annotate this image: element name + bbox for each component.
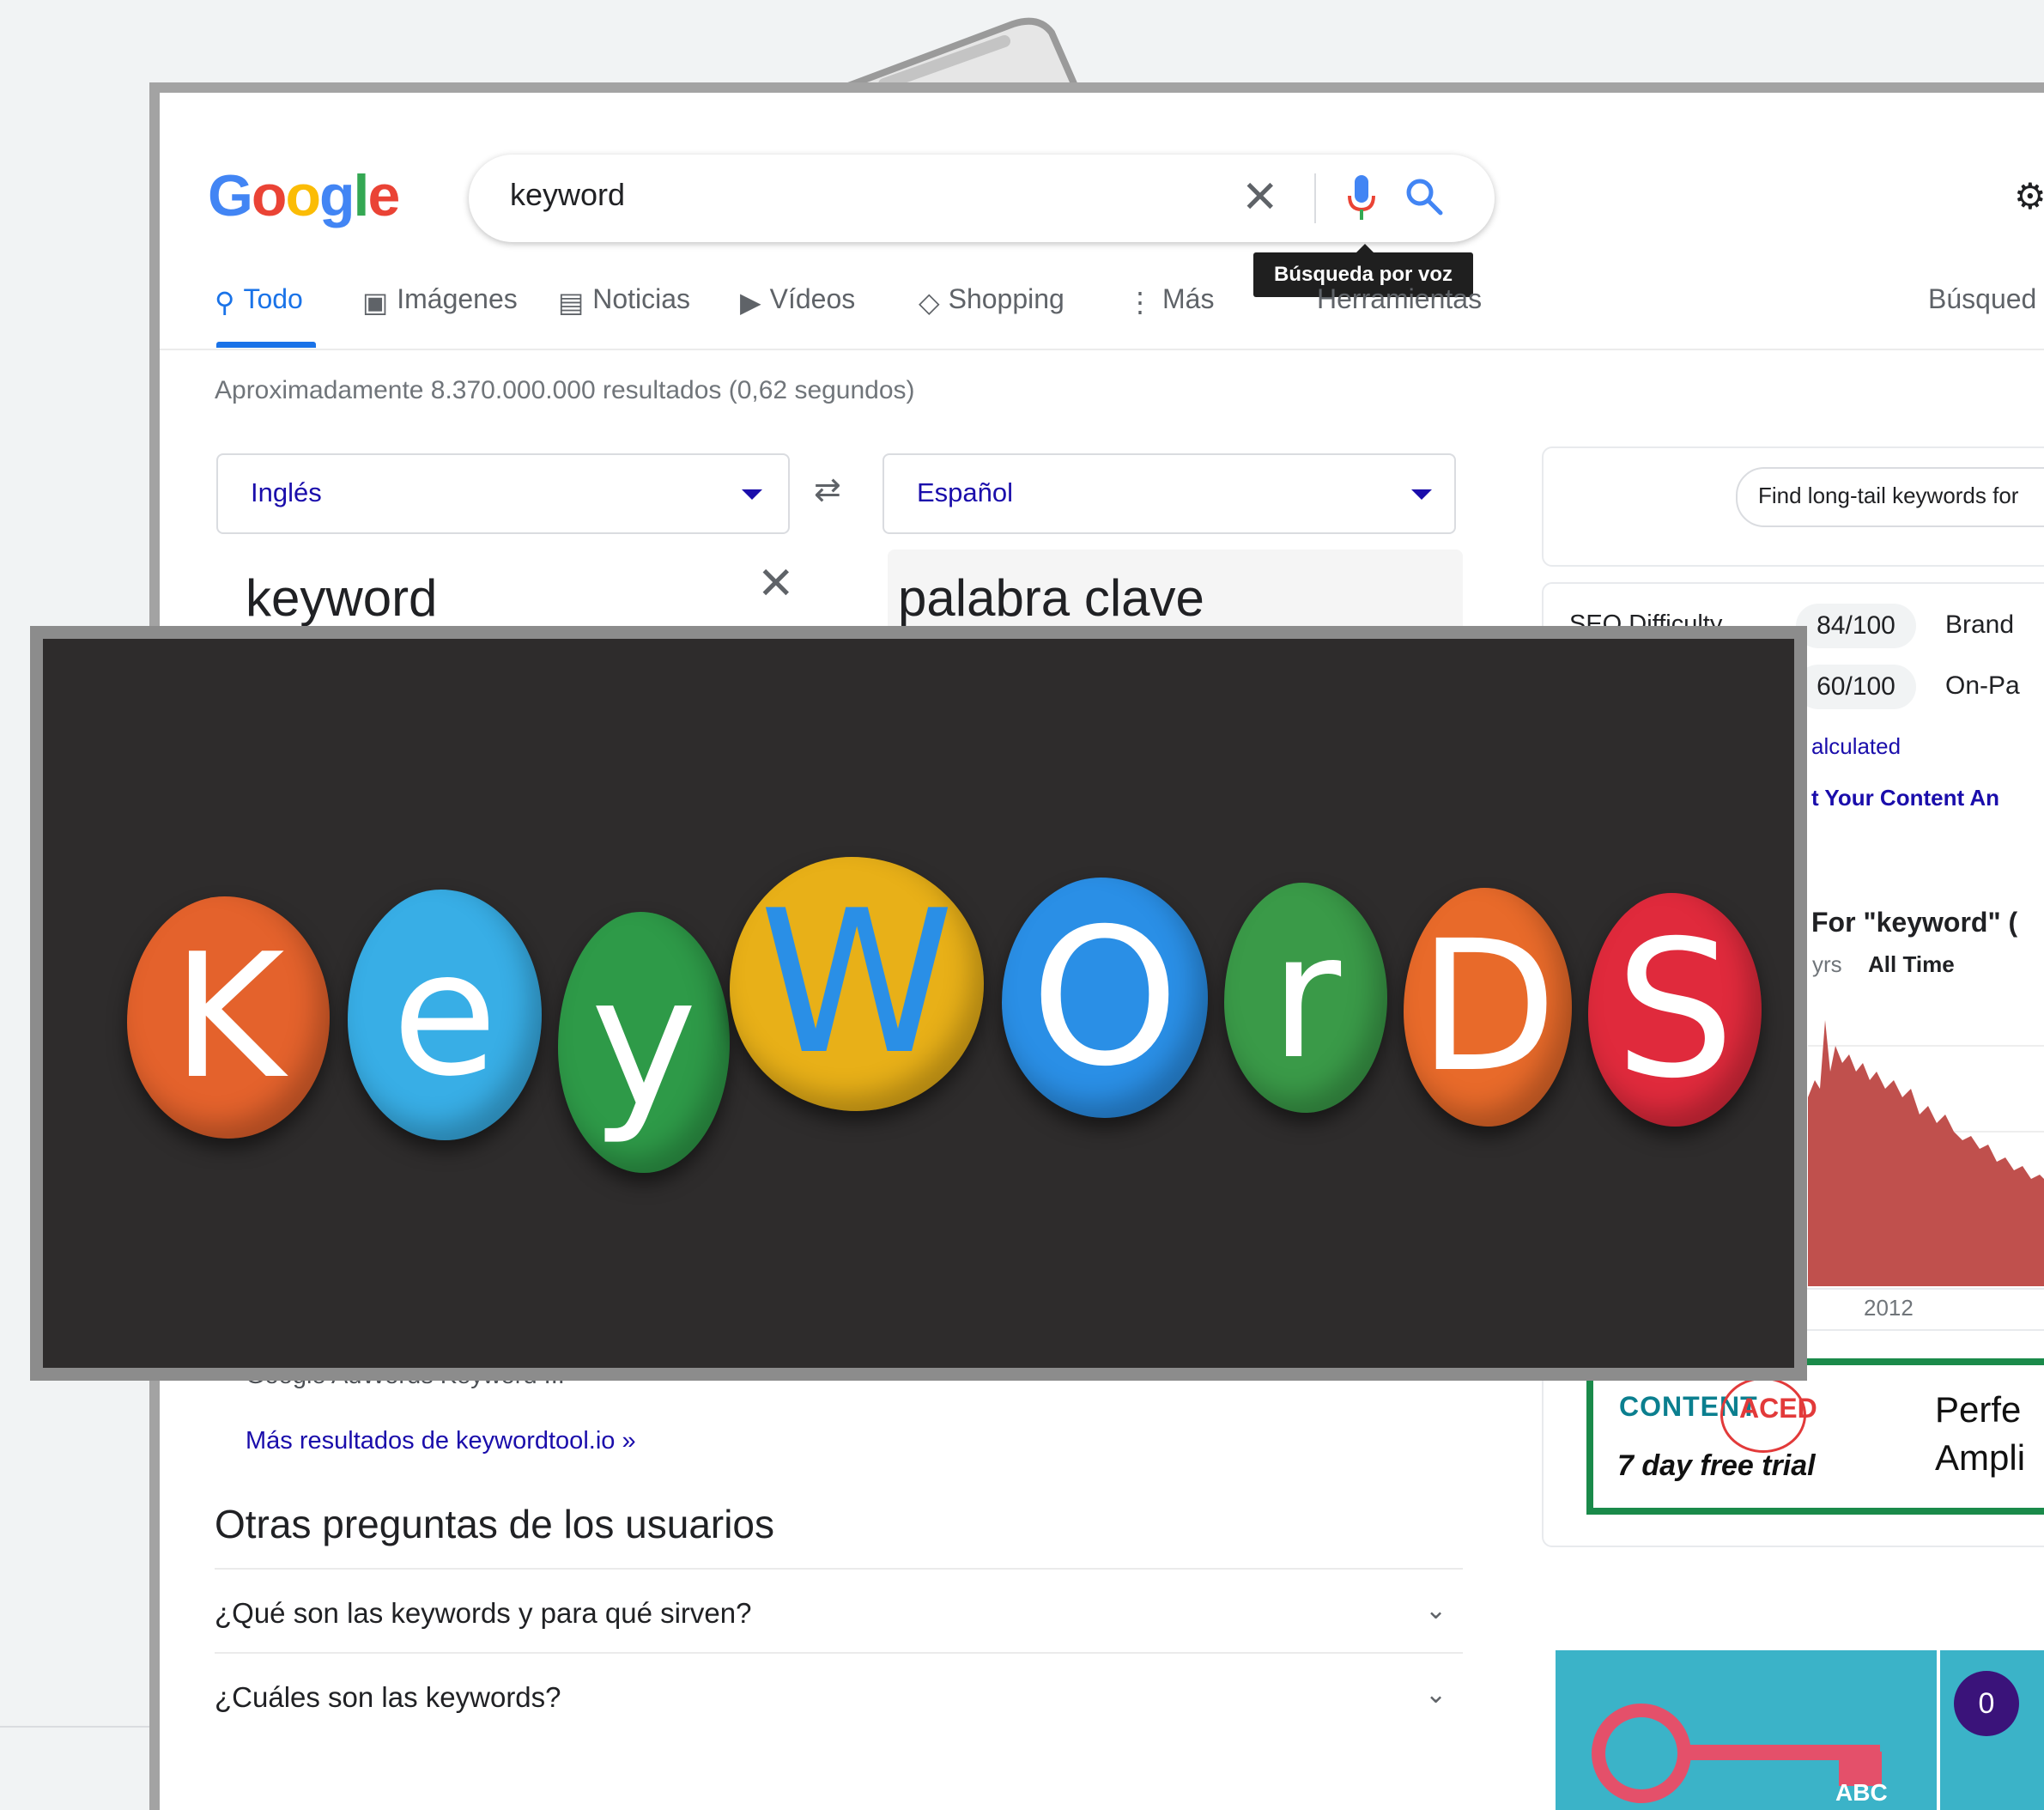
letter-stone: y: [558, 912, 730, 1173]
search-icon: ⚲: [215, 287, 235, 318]
content-analysis-link[interactable]: t Your Content An: [1811, 785, 1999, 811]
more-results-link[interactable]: Más resultados de keywordtool.io »: [246, 1427, 636, 1455]
image-icon: ▣: [362, 287, 389, 318]
key-label: ABC: [1835, 1779, 1888, 1806]
tab-label: Shopping: [948, 283, 1064, 314]
target-language-label: Español: [917, 477, 1014, 507]
paa-question-2[interactable]: ¿Cuáles son las keywords? ⌄: [215, 1652, 1463, 1736]
people-also-ask-title: Otras preguntas de los usuarios: [215, 1502, 775, 1546]
clear-source-icon[interactable]: ✕: [757, 558, 795, 610]
brand-label: Brand: [1945, 610, 2015, 639]
notification-count-badge[interactable]: 0: [1954, 1671, 2019, 1736]
letter-stone: D: [1404, 888, 1572, 1127]
stone-letter: O: [1030, 888, 1180, 1108]
keywords-stones-photo: KeyWOrDS: [43, 639, 1794, 1368]
search-icon[interactable]: [1404, 177, 1444, 216]
tab-videos[interactable]: ▶ Vídeos: [740, 283, 855, 319]
key-promo-card[interactable]: ABC: [1556, 1650, 1937, 1810]
settings-icon[interactable]: ⚙: [2014, 175, 2044, 217]
search-tabs: ⚲ Todo ▣ Imágenes ▤ Noticias ▶ Vídeos ◇ Shopp…: [215, 283, 2036, 335]
tabs-divider: [160, 349, 2044, 350]
stone-letter: D: [1418, 902, 1557, 1112]
chevron-down-icon: ⌄: [1425, 1596, 1447, 1625]
tab-shopping[interactable]: ◇ Shopping: [919, 283, 1064, 319]
logo-letter: o: [285, 163, 321, 228]
active-tab-indicator: [216, 342, 316, 348]
video-icon: ▶: [740, 287, 761, 318]
source-language-select[interactable]: Inglés: [216, 453, 790, 534]
trends-title: For "keyword" (: [1811, 907, 2018, 938]
search-box[interactable]: keyword ✕: [469, 155, 1495, 242]
letter-stone: S: [1588, 893, 1762, 1127]
stone-letter: r: [1270, 897, 1342, 1097]
calculated-link[interactable]: alculated: [1811, 733, 1901, 760]
trends-area: [1808, 1020, 2044, 1286]
source-language-label: Inglés: [251, 477, 322, 507]
tab-label: Vídeos: [769, 283, 856, 314]
content-aced-ad[interactable]: CONTENT ACED 7 day free trial Perfe Ampl…: [1586, 1358, 2044, 1515]
on-page-label: On-Pa: [1945, 671, 2020, 700]
result-stats: Aproximadamente 8.370.000.000 resultados…: [215, 376, 915, 404]
tab-noticias[interactable]: ▤ Noticias: [558, 283, 690, 319]
paa-question-text: ¿Cuáles son las keywords?: [215, 1681, 561, 1713]
logo-letter: G: [208, 163, 253, 228]
tab-imagenes[interactable]: ▣ Imágenes: [362, 283, 518, 319]
logo-letter: e: [367, 163, 400, 228]
letter-stone: O: [1002, 878, 1208, 1118]
logo-letter: g: [319, 163, 355, 228]
stone-letter: K: [172, 917, 285, 1117]
letter-stone: r: [1224, 883, 1387, 1113]
trends-range-all-time[interactable]: All Time: [1868, 951, 1955, 978]
trends-chart: [1808, 1020, 2044, 1286]
target-language-select[interactable]: Español: [882, 453, 1456, 534]
target-text: palabra clave: [898, 569, 1204, 627]
ad-brand-ring-text: ACED: [1739, 1393, 1817, 1424]
chevron-down-icon: [1411, 489, 1432, 500]
paa-question-text: ¿Qué son las keywords y para qué sirven?: [215, 1597, 752, 1629]
chevron-down-icon: ⌄: [1425, 1680, 1447, 1709]
chevron-down-icon: [742, 489, 762, 500]
ad-tagline: Perfe Ampli: [1935, 1386, 2025, 1482]
tab-label: Más: [1162, 283, 1215, 314]
seo-difficulty-value: 84/100: [1796, 604, 1916, 648]
ad-trial-text: 7 day free trial: [1617, 1449, 1816, 1482]
long-tail-button-label: Find long-tail keywords for: [1758, 483, 2019, 508]
keywords-photo-overlay: KeyWOrDS: [30, 626, 1807, 1381]
tab-label: Todo: [243, 283, 303, 314]
google-logo[interactable]: Google: [208, 161, 400, 230]
microphone-icon[interactable]: [1344, 173, 1379, 223]
tab-todo[interactable]: ⚲ Todo: [215, 283, 303, 319]
tag-icon: ◇: [919, 287, 940, 318]
search-divider: [1314, 173, 1316, 223]
paa-question-1[interactable]: ¿Qué son las keywords y para qué sirven?…: [215, 1568, 1463, 1652]
ad-tagline-line: Perfe: [1935, 1389, 2022, 1430]
stone-letter: y: [590, 937, 698, 1147]
tab-busqueda[interactable]: Búsqued: [1928, 283, 2036, 315]
tab-label: Imágenes: [397, 283, 518, 314]
second-score-value: 60/100: [1796, 665, 1916, 709]
tab-herramientas[interactable]: Herramientas: [1317, 283, 1482, 315]
search-input[interactable]: keyword: [510, 177, 625, 213]
trends-range-5yrs[interactable]: yrs: [1812, 951, 1842, 978]
news-icon: ▤: [558, 287, 585, 318]
letter-stone: e: [348, 890, 542, 1140]
letter-stone: K: [127, 896, 330, 1139]
logo-letter: o: [251, 163, 288, 228]
swap-languages-icon[interactable]: ⇄: [814, 471, 841, 509]
ad-tagline-line: Ampli: [1935, 1437, 2026, 1478]
logo-letter: l: [353, 163, 370, 228]
more-vert-icon: ⋮: [1126, 287, 1154, 318]
tab-label: Noticias: [592, 283, 691, 314]
clear-search-icon[interactable]: ✕: [1241, 173, 1279, 222]
source-text[interactable]: keyword: [246, 568, 437, 628]
tab-mas[interactable]: ⋮ Más: [1126, 283, 1214, 319]
letter-stone: W: [730, 857, 984, 1111]
stone-letter: S: [1615, 900, 1735, 1120]
stone-letter: e: [391, 914, 498, 1115]
stone-letter: W: [759, 869, 955, 1098]
trends-year-label: 2012: [1864, 1295, 1914, 1321]
